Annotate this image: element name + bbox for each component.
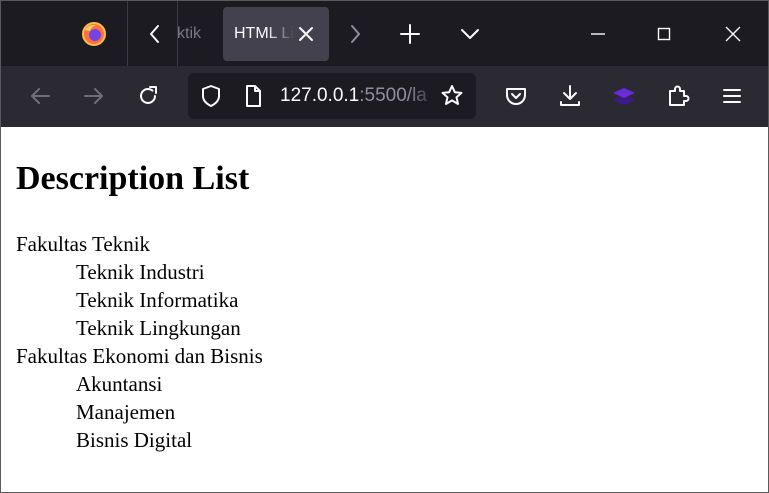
description-item: Akuntansi [76,372,163,396]
chevron-right-icon [351,25,360,43]
minimize-button[interactable] [585,21,611,47]
tab-strip: ktik HTML List [1,1,768,67]
chevron-down-icon [461,29,479,39]
app-menu-button[interactable] [719,83,745,109]
download-icon [560,85,580,106]
url-fade [408,73,438,119]
active-tab-title: HTML List [234,25,294,42]
term-fakultas-teknik: Fakultas Teknik [16,232,151,256]
description-item: Teknik Lingkungan [76,316,241,340]
navigation-toolbar: 127.0.0.1:5500/la [1,66,768,127]
chevron-left-icon [150,25,159,43]
description-item: Manajemen [76,400,176,424]
arrow-left-icon [31,88,50,104]
downloads-button[interactable] [557,83,583,109]
reload-icon [140,86,157,104]
description-list: Fakultas Teknik Teknik Industri Teknik I… [16,230,263,454]
tab-close-button[interactable] [295,23,317,45]
forward-button[interactable] [81,83,107,109]
term-fakultas-ekonomi-dan-bisnis: Fakultas Ekonomi dan Bisnis [16,344,263,368]
plus-icon [400,24,420,44]
url-text[interactable]: 127.0.0.1:5500/la [280,83,427,109]
tab-scroll-right-button[interactable] [342,21,368,47]
extension-button[interactable] [611,83,637,109]
page-title: Description List [16,160,250,197]
list-all-tabs-button[interactable] [457,21,483,47]
description-item: Bisnis Digital [76,428,193,452]
layers-extension-icon [613,88,635,105]
arrow-right-icon [84,88,103,104]
tab-scroll-left-button[interactable] [145,21,165,47]
previous-tab-title[interactable]: ktik [177,21,201,47]
close-icon [299,27,313,41]
tab-separator [127,1,128,67]
description-item: Teknik Informatika [76,288,239,312]
url-bar[interactable]: 127.0.0.1:5500/la [188,73,476,119]
maximize-icon [657,27,671,41]
url-host: 127.0.0.1 [280,85,360,106]
extensions-button[interactable] [665,83,691,109]
back-button[interactable] [27,83,53,109]
puzzle-piece-icon [669,85,690,106]
pocket-icon [506,88,526,105]
hamburger-menu-icon [723,89,741,103]
page-content: Description List Fakultas Teknik Teknik … [1,127,768,492]
reload-button[interactable] [135,83,161,109]
active-tab[interactable]: HTML List [223,7,329,61]
window-close-button[interactable] [720,21,746,47]
pocket-button[interactable] [503,83,529,109]
close-icon [725,26,741,42]
maximize-button[interactable] [651,21,677,47]
browser-window: ktik HTML List [0,0,769,493]
tracking-protection-shield-icon[interactable] [198,83,224,109]
page-info-icon[interactable] [240,83,266,109]
bookmark-star-icon[interactable] [439,83,465,109]
firefox-view-icon[interactable] [81,21,107,47]
new-tab-button[interactable] [397,21,423,47]
minimize-icon [591,33,605,35]
description-item: Teknik Industri [76,260,205,284]
